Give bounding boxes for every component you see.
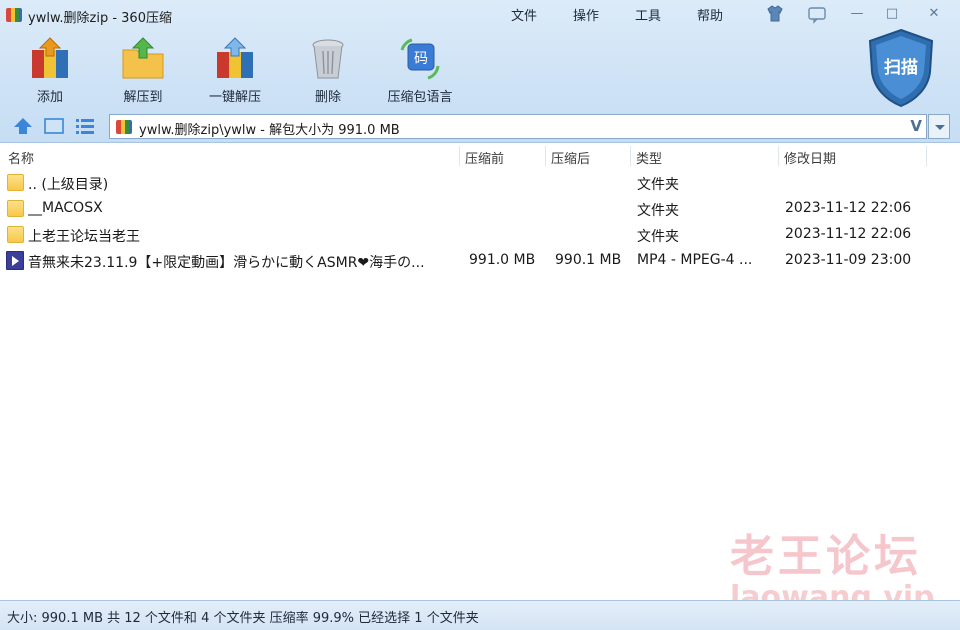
column-divider[interactable] (545, 146, 546, 166)
row-date: 2023-11-12 22:06 (785, 226, 912, 242)
table-row[interactable]: 音無来未23.11.9【+限定動画】滑らかに動くASMR❤海手の... 991.… (0, 248, 960, 274)
table-row[interactable]: __MACOSX 文件夹 2023-11-12 22:06 (0, 196, 960, 222)
menu-help[interactable]: 帮助 (697, 5, 723, 25)
video-file-icon (6, 251, 24, 270)
watermark-text: 老王论坛 (730, 531, 922, 582)
window-title: ywlw.删除zip - 360压缩 (28, 11, 172, 26)
column-date[interactable]: 修改日期 (784, 148, 836, 167)
address-dropdown-button[interactable] (928, 114, 950, 139)
skin-shirt-icon[interactable] (764, 4, 786, 24)
extract-to-label: 解压到 (123, 90, 163, 105)
app-logo-icon (6, 8, 22, 22)
column-divider[interactable] (459, 146, 460, 166)
feedback-icon[interactable] (805, 4, 829, 24)
archive-icon (116, 120, 132, 134)
delete-label: 删除 (314, 90, 341, 105)
archive-language-icon: 码 (400, 38, 440, 80)
status-text: 大小: 990.1 MB 共 12 个文件和 4 个文件夹 压缩率 99.9% … (7, 611, 479, 626)
add-button[interactable]: 添加 (12, 36, 88, 106)
archive-language-button[interactable]: 码 压缩包语言 (380, 36, 460, 106)
extract-to-button[interactable]: 解压到 (105, 36, 181, 106)
row-type: 文件夹 (637, 177, 679, 193)
row-before: 991.0 MB (469, 252, 536, 268)
menu-tools[interactable]: 工具 (635, 5, 661, 25)
column-divider[interactable] (778, 146, 779, 166)
address-toggle[interactable]: V (910, 117, 922, 135)
row-type: 文件夹 (637, 203, 679, 219)
menu-file[interactable]: 文件 (511, 5, 537, 25)
one-click-extract-label: 一键解压 (208, 90, 261, 105)
list-view-icon[interactable] (74, 116, 96, 136)
title-bar: ywlw.删除zip - 360压缩 文件 操作 工具 帮助 — □ ✕ (0, 0, 960, 30)
svg-text:码: 码 (414, 51, 428, 67)
thumbnail-view-icon[interactable] (43, 116, 65, 136)
row-type: MP4 - MPEG-4 ... (637, 252, 753, 268)
maximize-button[interactable]: □ (880, 4, 904, 24)
one-click-extract-icon (217, 37, 253, 78)
scan-label: 扫描 (884, 58, 918, 78)
row-date: 2023-11-12 22:06 (785, 200, 912, 216)
close-button[interactable]: ✕ (922, 4, 946, 24)
row-name: 音無来未23.11.9【+限定動画】滑らかに動くASMR❤海手の... (28, 255, 425, 271)
address-bar[interactable]: ywlw.删除zip\ywlw - 解包大小为 991.0 MB V (109, 114, 927, 139)
folder-icon (7, 200, 24, 217)
row-date: 2023-11-09 23:00 (785, 252, 912, 268)
row-name: .. (上级目录) (28, 177, 109, 193)
add-label: 添加 (36, 90, 63, 105)
row-name: 上老王论坛当老王 (28, 229, 140, 245)
delete-trash-icon (312, 39, 344, 79)
archive-language-label: 压缩包语言 (387, 90, 453, 105)
folder-icon (7, 226, 24, 243)
up-arrow-icon[interactable] (12, 116, 34, 136)
add-archive-icon (32, 37, 68, 78)
minimize-button[interactable]: — (845, 4, 869, 24)
column-name[interactable]: 名称 (8, 148, 34, 167)
table-row[interactable]: 上老王论坛当老王 文件夹 2023-11-12 22:06 (0, 222, 960, 248)
menu-bar: 文件 操作 工具 帮助 (511, 5, 723, 25)
extract-to-icon (122, 37, 164, 79)
menu-operate[interactable]: 操作 (573, 5, 599, 25)
column-divider[interactable] (926, 146, 927, 166)
column-type[interactable]: 类型 (636, 148, 662, 167)
address-path: ywlw.删除zip\ywlw - 解包大小为 991.0 MB (139, 123, 400, 138)
folder-icon (7, 174, 24, 191)
column-before[interactable]: 压缩前 (465, 148, 504, 167)
delete-button[interactable]: 删除 (290, 36, 366, 106)
column-after[interactable]: 压缩后 (551, 148, 590, 167)
row-type: 文件夹 (637, 229, 679, 245)
row-name: __MACOSX (28, 200, 103, 216)
row-after: 990.1 MB (555, 252, 622, 268)
header-region: ywlw.删除zip - 360压缩 文件 操作 工具 帮助 — □ ✕ 添加 (0, 0, 960, 143)
table-row[interactable]: .. (上级目录) 文件夹 (0, 170, 960, 196)
one-click-extract-button[interactable]: 一键解压 (197, 36, 273, 106)
column-divider[interactable] (630, 146, 631, 166)
column-header-row: 名称 压缩前 压缩后 类型 修改日期 (0, 143, 960, 169)
status-bar: 大小: 990.1 MB 共 12 个文件和 4 个文件夹 压缩率 99.9% … (0, 600, 960, 630)
